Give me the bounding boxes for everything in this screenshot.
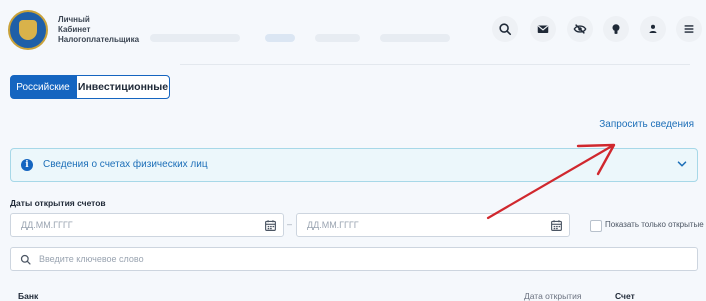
logo-line-2: Кабинет xyxy=(58,25,91,34)
date-from-input[interactable] xyxy=(19,219,243,231)
date-to-input[interactable] xyxy=(305,219,529,231)
search-icon xyxy=(499,23,512,36)
menu-button[interactable] xyxy=(676,16,702,42)
accounts-info-accordion[interactable]: i Сведения о счетах физических лиц xyxy=(10,148,698,182)
blurred-nav-1 xyxy=(150,34,240,42)
tab-investment[interactable]: Инвестиционные xyxy=(76,75,170,99)
tab-russian[interactable]: Российские xyxy=(10,75,76,99)
eye-off-icon xyxy=(573,24,587,34)
fns-logo[interactable] xyxy=(8,10,48,50)
search-icon xyxy=(20,254,31,265)
logo-text[interactable]: Личный Кабинет Налогоплательщика xyxy=(58,15,139,45)
request-info-link[interactable]: Запросить сведения xyxy=(599,119,694,130)
menu-icon xyxy=(684,25,694,33)
search-button[interactable] xyxy=(492,16,518,42)
only-open-label[interactable]: Показать только открытые xyxy=(605,220,704,229)
logo-line-1: Личный xyxy=(58,15,90,24)
messages-button[interactable] xyxy=(530,16,556,42)
header-divider xyxy=(180,64,690,65)
date-to-field[interactable] xyxy=(296,213,570,237)
logo-line-3: Налогоплательщика xyxy=(58,35,140,44)
blurred-nav-2 xyxy=(265,34,295,42)
profile-button[interactable] xyxy=(640,16,666,42)
date-range-separator: – xyxy=(287,219,293,229)
chevron-down-icon[interactable] xyxy=(675,157,689,171)
keyword-search-field[interactable] xyxy=(10,247,698,271)
date-from-field[interactable] xyxy=(10,213,284,237)
lightbulb-icon xyxy=(612,24,620,34)
only-open-checkbox[interactable] xyxy=(590,220,602,232)
info-icon: i xyxy=(21,159,33,171)
user-icon xyxy=(649,24,657,33)
calendar-icon[interactable] xyxy=(550,219,563,232)
calendar-icon[interactable] xyxy=(264,219,277,232)
tips-button[interactable] xyxy=(603,16,629,42)
mail-icon xyxy=(537,25,549,33)
accordion-title: Сведения о счетах физических лиц xyxy=(43,159,208,170)
blurred-nav-3 xyxy=(315,34,360,42)
dates-section-label: Даты открытия счетов xyxy=(10,198,106,208)
blurred-nav-4 xyxy=(380,34,450,42)
keyword-search-input[interactable] xyxy=(37,253,641,265)
accessibility-button[interactable] xyxy=(567,16,593,42)
